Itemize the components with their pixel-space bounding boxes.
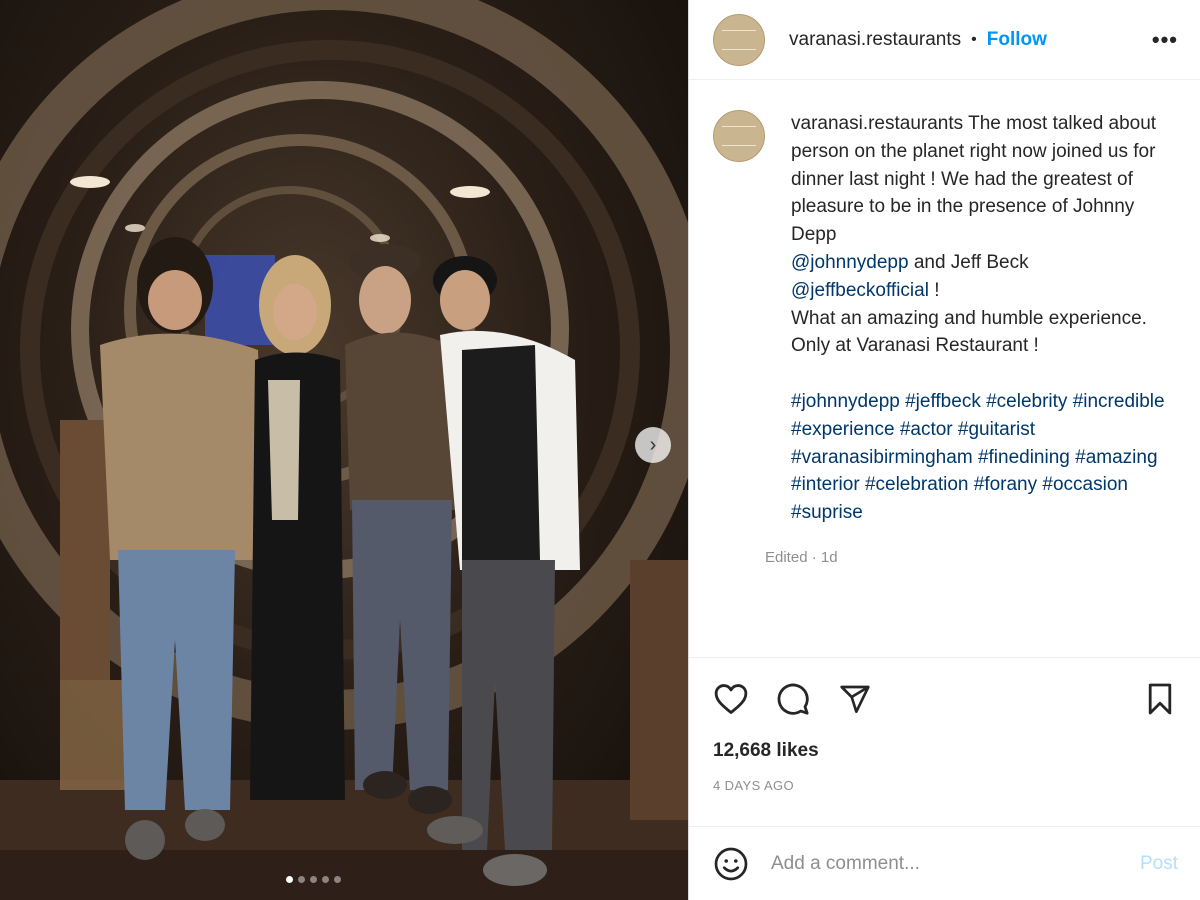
post-media[interactable]: › [0,0,688,900]
smiley-icon [714,847,748,880]
caption-text: varanasi.restaurants The most talked abo… [791,110,1171,527]
carousel-dot [286,876,293,883]
paper-plane-icon [840,685,870,713]
carousel-indicator [286,876,341,883]
comment-input[interactable] [771,852,1130,875]
edited-timestamp: Edited · 1d [765,548,838,566]
post-sidebar: varanasi.restaurants • Follow ••• varana… [688,0,1200,900]
caption-area: varanasi.restaurants The most talked abo… [689,80,1200,658]
hashtag-link[interactable]: #amazing [1075,447,1157,468]
hashtag-link[interactable]: #johnnydepp [791,391,900,412]
save-button[interactable] [1140,679,1180,719]
hashtag-link[interactable]: #incredible [1073,391,1165,412]
caption-body: What an amazing and humble experience. O… [791,307,1147,357]
hashtag-link[interactable]: #suprise [791,502,863,523]
post-photo [0,0,688,900]
hashtag-link[interactable]: #forany [974,474,1037,495]
hashtag-link[interactable]: #interior [791,474,860,495]
emoji-button[interactable] [711,844,751,884]
hashtag-link[interactable]: #celebration [865,474,969,495]
hashtag-link[interactable]: #guitarist [958,419,1035,440]
post-header: varanasi.restaurants • Follow ••• [689,0,1200,80]
hashtag-link[interactable]: #experience [791,419,895,440]
instagram-post: › varanasi.restaurants • Follow ••• vara… [0,0,1200,900]
bookmark-icon [1148,683,1172,715]
more-options-icon[interactable]: ••• [1152,27,1178,53]
hashtag-link[interactable]: #celebrity [986,391,1067,412]
likes-count[interactable]: 12,668 likes [689,740,1200,762]
chevron-right-icon: › [649,434,657,456]
hashtag-list: #johnnydepp #jeffbeck #celebrity #incred… [791,391,1165,523]
action-bar [689,658,1200,740]
caption-avatar[interactable] [713,110,765,162]
caption-username[interactable]: varanasi.restaurants [791,113,963,134]
carousel-dot [298,876,305,883]
caption-body: ! [934,279,940,301]
post-comment-button[interactable]: Post [1140,853,1178,875]
hashtag-link[interactable]: #finedining [978,447,1070,468]
follow-button[interactable]: Follow [987,29,1047,51]
hashtag-link[interactable]: #jeffbeck [905,391,981,412]
heart-icon [714,684,748,714]
hashtag-link[interactable]: #occasion [1042,474,1128,495]
like-button[interactable] [711,679,751,719]
comment-button[interactable] [773,679,813,719]
comment-bar: Post [689,826,1200,900]
mention-link[interactable]: @johnnydepp [791,252,909,273]
mention-link[interactable]: @jeffbeckofficial [791,280,929,301]
post-time: 4 DAYS AGO [713,778,795,793]
hashtag-link[interactable]: #actor [900,419,953,440]
carousel-dot [334,876,341,883]
avatar[interactable] [713,13,765,66]
carousel-dot [310,876,317,883]
header-username[interactable]: varanasi.restaurants [789,29,961,51]
carousel-dot [322,876,329,883]
comment-icon [777,683,809,715]
carousel-next-button[interactable]: › [635,427,671,463]
header-separator: • [971,30,977,48]
caption-body: and Jeff Beck [913,251,1029,273]
share-button[interactable] [835,679,875,719]
hashtag-link[interactable]: #varanasibirmingham [791,447,973,468]
